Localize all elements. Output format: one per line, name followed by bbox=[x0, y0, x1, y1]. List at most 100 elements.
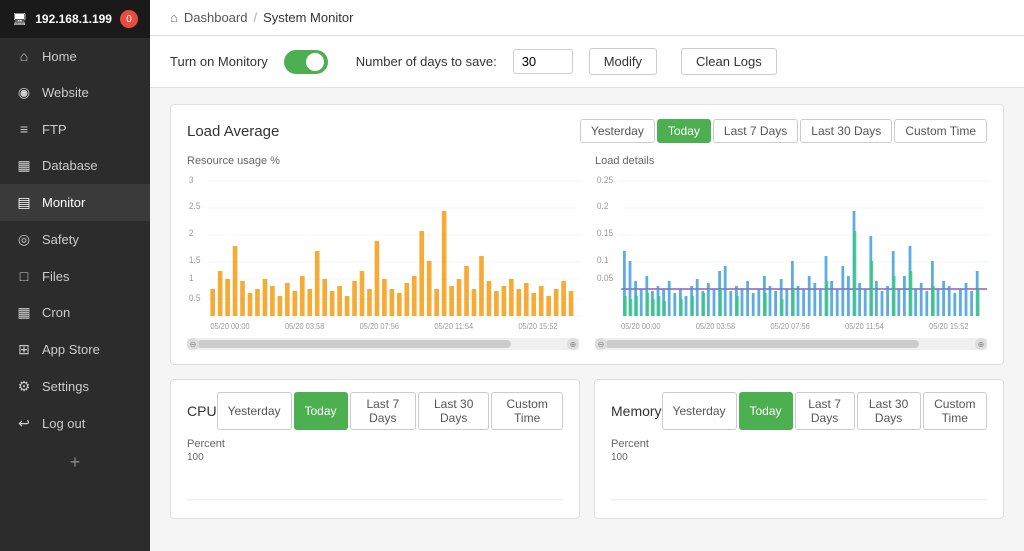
scroll-left-icon-2[interactable]: ⊖ bbox=[595, 338, 607, 350]
sidebar-header: 🖥 192.168.1.199 0 bbox=[0, 0, 150, 38]
svg-text:0.25: 0.25 bbox=[597, 175, 613, 185]
server-ip: 192.168.1.199 bbox=[35, 12, 112, 26]
svg-text:05/20 15:52: 05/20 15:52 bbox=[929, 322, 968, 331]
svg-text:1: 1 bbox=[189, 273, 194, 283]
svg-text:0.5: 0.5 bbox=[189, 293, 201, 303]
cpu-btn-7days[interactable]: Last 7 Days bbox=[350, 392, 417, 430]
sidebar-item-safety[interactable]: ◎ Safety bbox=[0, 221, 150, 258]
breadcrumb-home: Dashboard bbox=[184, 10, 248, 25]
content-area: Load Average Yesterday Today Last 7 Days… bbox=[150, 88, 1024, 551]
load-details-label: Load details bbox=[595, 155, 987, 167]
resource-chart-scrollbar[interactable]: ⊖ ⊕ bbox=[187, 338, 579, 350]
svg-text:05/20 07:56: 05/20 07:56 bbox=[360, 322, 399, 331]
sidebar-item-appstore[interactable]: ⊞ App Store bbox=[0, 331, 150, 368]
load-details-svg: 0.25 0.2 0.15 0.1 0.05 bbox=[595, 171, 987, 331]
resource-usage-label: Resource usage % bbox=[187, 155, 579, 167]
memory-btn-30days[interactable]: Last 30 Days bbox=[857, 392, 921, 430]
sidebar-label-appstore: App Store bbox=[42, 342, 100, 357]
modify-button[interactable]: Modify bbox=[589, 48, 657, 75]
cpu-btn-today[interactable]: Today bbox=[294, 392, 348, 430]
scroll-right-icon-2[interactable]: ⊕ bbox=[975, 338, 987, 350]
sidebar-item-monitor[interactable]: ▤ Monitor bbox=[0, 184, 150, 221]
sidebar-item-files[interactable]: □ Files bbox=[0, 258, 150, 294]
memory-header: Memory Yesterday Today Last 7 Days Last … bbox=[611, 392, 987, 430]
monitor-icon: ▤ bbox=[16, 194, 32, 211]
sidebar-item-home[interactable]: ⌂ Home bbox=[0, 38, 150, 74]
time-btn-7days[interactable]: Last 7 Days bbox=[713, 119, 798, 143]
days-label: Number of days to save: bbox=[356, 54, 497, 69]
time-btn-30days[interactable]: Last 30 Days bbox=[800, 119, 892, 143]
sidebar-item-database[interactable]: ▦ Database bbox=[0, 147, 150, 184]
sidebar-label-ftp: FTP bbox=[42, 122, 67, 137]
resource-chart-svg: 3 2.5 2 1.5 1 0.5 bbox=[187, 171, 579, 331]
sidebar-label-settings: Settings bbox=[42, 379, 89, 394]
memory-btn-today[interactable]: Today bbox=[739, 392, 793, 430]
svg-text:05/20 15:52: 05/20 15:52 bbox=[518, 322, 557, 331]
load-average-title: Load Average bbox=[187, 123, 279, 140]
memory-btn-yesterday[interactable]: Yesterday bbox=[662, 392, 737, 430]
svg-text:0.05: 0.05 bbox=[597, 273, 613, 283]
svg-text:1.5: 1.5 bbox=[189, 255, 201, 265]
cpu-btn-30days[interactable]: Last 30 Days bbox=[418, 392, 489, 430]
database-icon: ▦ bbox=[16, 157, 32, 174]
memory-time-buttons: Yesterday Today Last 7 Days Last 30 Days… bbox=[662, 392, 987, 430]
notification-badge: 0 bbox=[120, 10, 138, 28]
sidebar-item-ftp[interactable]: ≡ FTP bbox=[0, 111, 150, 147]
load-average-header: Load Average Yesterday Today Last 7 Days… bbox=[187, 119, 987, 143]
resource-usage-chart: Resource usage % 3 2.5 2 1.5 1 0.5 bbox=[187, 155, 579, 350]
load-chart-scrollbar[interactable]: ⊖ ⊕ bbox=[595, 338, 987, 350]
svg-text:0.15: 0.15 bbox=[597, 228, 613, 238]
home-breadcrumb-icon: ⌂ bbox=[170, 10, 178, 25]
main-content: ⌂ Dashboard / System Monitor Turn on Mon… bbox=[150, 0, 1024, 551]
controls-bar: Turn on Monitory Number of days to save:… bbox=[150, 36, 1024, 88]
sidebar-item-logout[interactable]: ↩ Log out bbox=[0, 405, 150, 442]
scroll-right-icon[interactable]: ⊕ bbox=[567, 338, 579, 350]
add-icon: + bbox=[70, 452, 81, 473]
svg-text:05/20 11:54: 05/20 11:54 bbox=[434, 322, 473, 331]
sidebar-label-home: Home bbox=[42, 49, 77, 64]
cpu-btn-yesterday[interactable]: Yesterday bbox=[217, 392, 292, 430]
memory-btn-custom[interactable]: Custom Time bbox=[923, 392, 987, 430]
add-button[interactable]: + bbox=[0, 442, 150, 483]
website-icon: ◉ bbox=[16, 84, 32, 101]
scroll-left-icon[interactable]: ⊖ bbox=[187, 338, 199, 350]
server-icon: 🖥 bbox=[12, 12, 27, 26]
cpu-percent-max: 100 bbox=[187, 452, 563, 463]
svg-text:3: 3 bbox=[189, 175, 194, 185]
svg-text:0.1: 0.1 bbox=[597, 255, 609, 265]
memory-chart-mini bbox=[611, 463, 987, 503]
sidebar-label-website: Website bbox=[42, 85, 89, 100]
sidebar-item-website[interactable]: ◉ Website bbox=[0, 74, 150, 111]
cpu-time-buttons: Yesterday Today Last 7 Days Last 30 Days… bbox=[217, 392, 563, 430]
memory-btn-7days[interactable]: Last 7 Days bbox=[795, 392, 855, 430]
time-btn-yesterday[interactable]: Yesterday bbox=[580, 119, 655, 143]
bottom-charts-row: CPU Yesterday Today Last 7 Days Last 30 … bbox=[170, 379, 1004, 519]
load-average-time-buttons: Yesterday Today Last 7 Days Last 30 Days… bbox=[580, 119, 987, 143]
time-btn-today[interactable]: Today bbox=[657, 119, 711, 143]
cron-icon: ▦ bbox=[16, 304, 32, 321]
settings-icon: ⚙ bbox=[16, 378, 32, 395]
clean-logs-button[interactable]: Clean Logs bbox=[681, 48, 777, 75]
sidebar-label-monitor: Monitor bbox=[42, 195, 85, 210]
svg-text:05/20 07:56: 05/20 07:56 bbox=[770, 322, 809, 331]
files-icon: □ bbox=[16, 268, 32, 284]
time-btn-custom[interactable]: Custom Time bbox=[894, 119, 987, 143]
safety-icon: ◎ bbox=[16, 231, 32, 248]
topbar: ⌂ Dashboard / System Monitor bbox=[150, 0, 1024, 36]
monitory-toggle[interactable] bbox=[284, 50, 328, 74]
cpu-btn-custom[interactable]: Custom Time bbox=[491, 392, 563, 430]
cpu-title: CPU bbox=[187, 403, 217, 419]
svg-text:2: 2 bbox=[189, 228, 194, 238]
cpu-chart-mini bbox=[187, 463, 563, 503]
days-input[interactable] bbox=[513, 49, 573, 74]
breadcrumb-separator: / bbox=[253, 10, 257, 25]
sidebar-item-settings[interactable]: ⚙ Settings bbox=[0, 368, 150, 405]
sidebar-label-logout: Log out bbox=[42, 416, 85, 431]
svg-text:05/20 00:00: 05/20 00:00 bbox=[621, 322, 660, 331]
scroll-thumb-2 bbox=[605, 340, 919, 348]
breadcrumb-current: System Monitor bbox=[263, 10, 353, 25]
sidebar-label-files: Files bbox=[42, 269, 69, 284]
memory-title: Memory bbox=[611, 403, 662, 419]
cpu-section: CPU Yesterday Today Last 7 Days Last 30 … bbox=[170, 379, 580, 519]
sidebar-item-cron[interactable]: ▦ Cron bbox=[0, 294, 150, 331]
